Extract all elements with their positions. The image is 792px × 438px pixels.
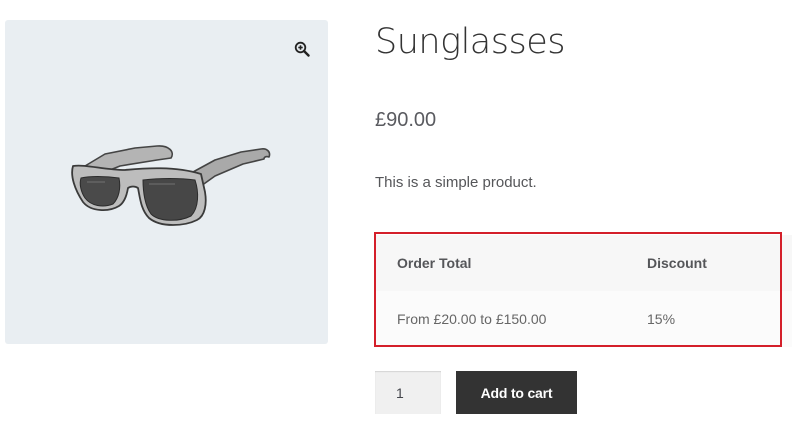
zoom-in-icon [294, 41, 310, 57]
product-gallery [5, 20, 328, 344]
discount-table: Order Total Discount From £20.00 to £150… [375, 235, 792, 347]
order-total-cell: From £20.00 to £150.00 [397, 311, 547, 327]
add-to-cart-button[interactable]: Add to cart [456, 371, 577, 414]
discount-cell: 15% [647, 311, 676, 327]
sunglasses-product-image[interactable] [65, 132, 279, 244]
product-title: Sunglasses [375, 22, 566, 62]
discount-table-container: Order Total Discount From £20.00 to £150… [375, 232, 792, 348]
zoom-button[interactable] [287, 34, 317, 64]
table-row: From £20.00 to £150.00 15% [375, 291, 792, 347]
product-page: Sunglasses £90.00 This is a simple produ… [0, 0, 792, 438]
quantity-input[interactable] [375, 371, 441, 414]
product-price: £90.00 [375, 109, 437, 131]
discount-header: Discount [647, 255, 707, 271]
table-header-row: Order Total Discount [375, 235, 792, 291]
order-total-header: Order Total [397, 255, 472, 271]
product-description: This is a simple product. [375, 174, 537, 191]
